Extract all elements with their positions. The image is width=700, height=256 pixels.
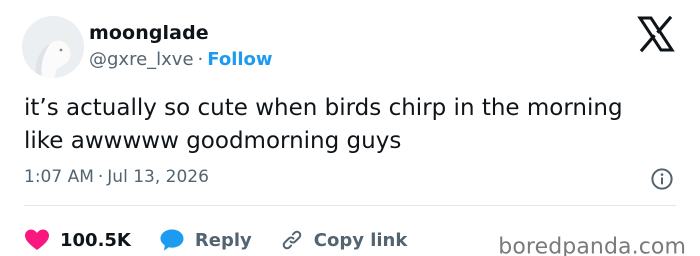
speech-bubble-icon bbox=[160, 229, 184, 251]
handle-row: @gxre_lxve · Follow bbox=[89, 49, 273, 70]
follow-button[interactable]: Follow bbox=[207, 49, 272, 70]
tweet-timestamp[interactable]: 1:07 AM · Jul 13, 2026 bbox=[24, 167, 209, 187]
display-name[interactable]: moonglade bbox=[89, 22, 209, 44]
link-icon bbox=[282, 230, 302, 250]
action-bar: 100.5K Reply Copy link bbox=[24, 228, 435, 252]
reply-label: Reply bbox=[194, 229, 252, 251]
info-icon[interactable] bbox=[650, 167, 674, 191]
unicorn-avatar-image bbox=[22, 16, 84, 78]
reply-button[interactable]: Reply bbox=[159, 228, 252, 252]
separator-dot: · bbox=[197, 49, 204, 70]
copy-link-button[interactable]: Copy link bbox=[280, 228, 408, 252]
like-count: 100.5K bbox=[60, 229, 131, 251]
separator-dot: · bbox=[97, 167, 104, 187]
tweet-date: Jul 13, 2026 bbox=[107, 167, 209, 187]
tweet-text: it’s actually so cute when birds chirp i… bbox=[24, 95, 623, 154]
user-handle[interactable]: @gxre_lxve bbox=[89, 49, 194, 70]
divider bbox=[24, 205, 676, 206]
boredpanda-watermark: boredpanda.com bbox=[498, 234, 686, 256]
avatar[interactable] bbox=[22, 16, 84, 78]
x-logo-icon[interactable] bbox=[636, 14, 676, 54]
like-button[interactable]: 100.5K bbox=[24, 228, 131, 252]
copy-link-label: Copy link bbox=[313, 229, 408, 251]
heart-icon bbox=[25, 229, 49, 250]
tweet-time: 1:07 AM bbox=[24, 167, 94, 187]
